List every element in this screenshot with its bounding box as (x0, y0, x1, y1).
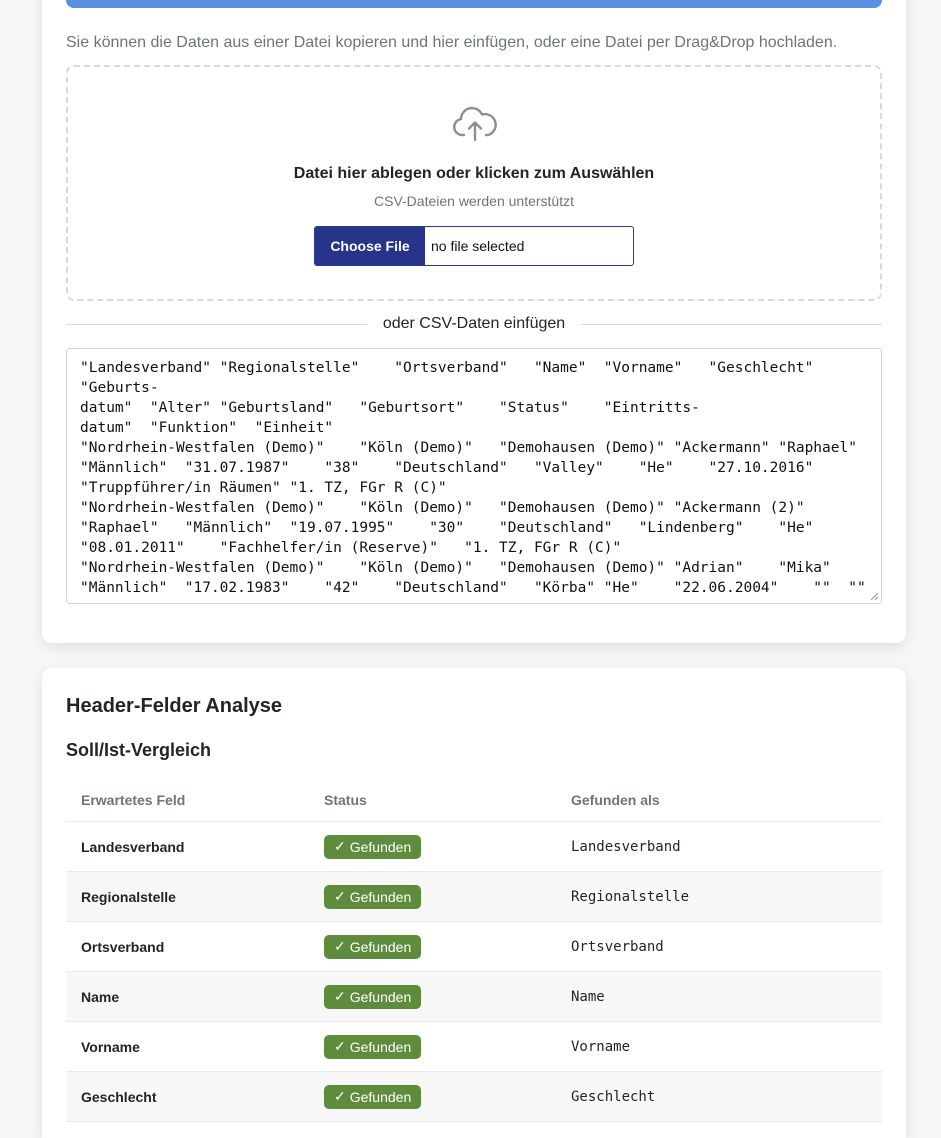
or-divider: oder CSV-Daten einfügen (66, 313, 882, 335)
header-analysis-card: Header-Felder Analyse Soll/Ist-Vergleich… (42, 668, 906, 1138)
file-status-text: no file selected (431, 238, 525, 254)
csv-text: "Landesverband" "Regionalstelle" "Ortsve… (80, 360, 866, 596)
header-comparison-table: Erwartetes Feld Status Gefunden als Land… (66, 779, 882, 1122)
check-icon: ✓ (334, 888, 346, 904)
file-dropzone[interactable]: Datei hier ablegen oder klicken zum Ausw… (66, 65, 882, 301)
status-badge: ✓ Gefunden (324, 1084, 422, 1109)
table-row: Landesverband ✓ Gefunden Landesverband (66, 822, 882, 872)
found-as-value: Name (571, 988, 605, 1005)
dropzone-subtitle: CSV-Dateien werden unterstützt (374, 193, 574, 209)
found-as-value: Vorname (571, 1038, 631, 1055)
found-as-value: Landesverband (571, 838, 681, 855)
expected-field: Ortsverband (81, 938, 165, 955)
found-as-value: Regionalstelle (571, 888, 690, 905)
column-header-status: Status (324, 792, 367, 808)
analysis-title: Header-Felder Analyse (66, 695, 283, 717)
status-badge: ✓ Gefunden (324, 834, 422, 859)
table-row: Name ✓ Gefunden Name (66, 972, 882, 1022)
choose-file-button[interactable]: Choose File (315, 227, 425, 265)
expected-field: Geschlecht (81, 1088, 157, 1105)
import-help-text: Sie können die Daten aus einer Datei kop… (66, 34, 838, 51)
status-badge: ✓ Gefunden (324, 934, 422, 959)
column-header-found: Gefunden als (571, 792, 660, 808)
check-icon: ✓ (334, 1088, 346, 1104)
check-icon: ✓ (334, 1038, 346, 1054)
primary-action-bar[interactable] (66, 0, 882, 8)
divider-line-left (66, 323, 367, 325)
csv-import-card: Sie können die Daten aus einer Datei kop… (42, 0, 906, 643)
status-badge: ✓ Gefunden (324, 984, 422, 1009)
status-badge: ✓ Gefunden (324, 884, 422, 909)
dropzone-title: Datei hier ablegen oder klicken zum Ausw… (293, 165, 655, 182)
comparison-subtitle: Soll/Ist-Vergleich (66, 740, 212, 760)
table-row: Regionalstelle ✓ Gefunden Regionalstelle (66, 872, 882, 922)
table-row: Geschlecht ✓ Gefunden Geschlecht (66, 1072, 882, 1122)
check-icon: ✓ (334, 938, 346, 954)
divider-label: oder CSV-Daten einfügen (382, 315, 566, 332)
check-icon: ✓ (334, 988, 346, 1004)
check-icon: ✓ (334, 838, 346, 854)
csv-textarea[interactable]: "Landesverband" "Regionalstelle" "Ortsve… (66, 348, 882, 604)
expected-field: Vorname (81, 1038, 140, 1055)
found-as-value: Ortsverband (571, 938, 664, 955)
found-as-value: Geschlecht (571, 1088, 656, 1105)
cloud-upload-icon (453, 106, 497, 142)
resize-grip-icon[interactable] (869, 591, 879, 601)
table-header: Erwartetes Feld Status Gefunden als (66, 779, 882, 822)
expected-field: Name (81, 988, 120, 1005)
divider-line-right (581, 323, 882, 325)
column-header-expected: Erwartetes Feld (81, 792, 186, 808)
table-row: Ortsverband ✓ Gefunden Ortsverband (66, 922, 882, 972)
expected-field: Landesverband (81, 838, 185, 855)
table-row: Vorname ✓ Gefunden Vorname (66, 1022, 882, 1072)
status-badge: ✓ Gefunden (324, 1034, 422, 1059)
file-input[interactable]: Choose File no file selected (314, 226, 634, 266)
expected-field: Regionalstelle (81, 888, 176, 905)
